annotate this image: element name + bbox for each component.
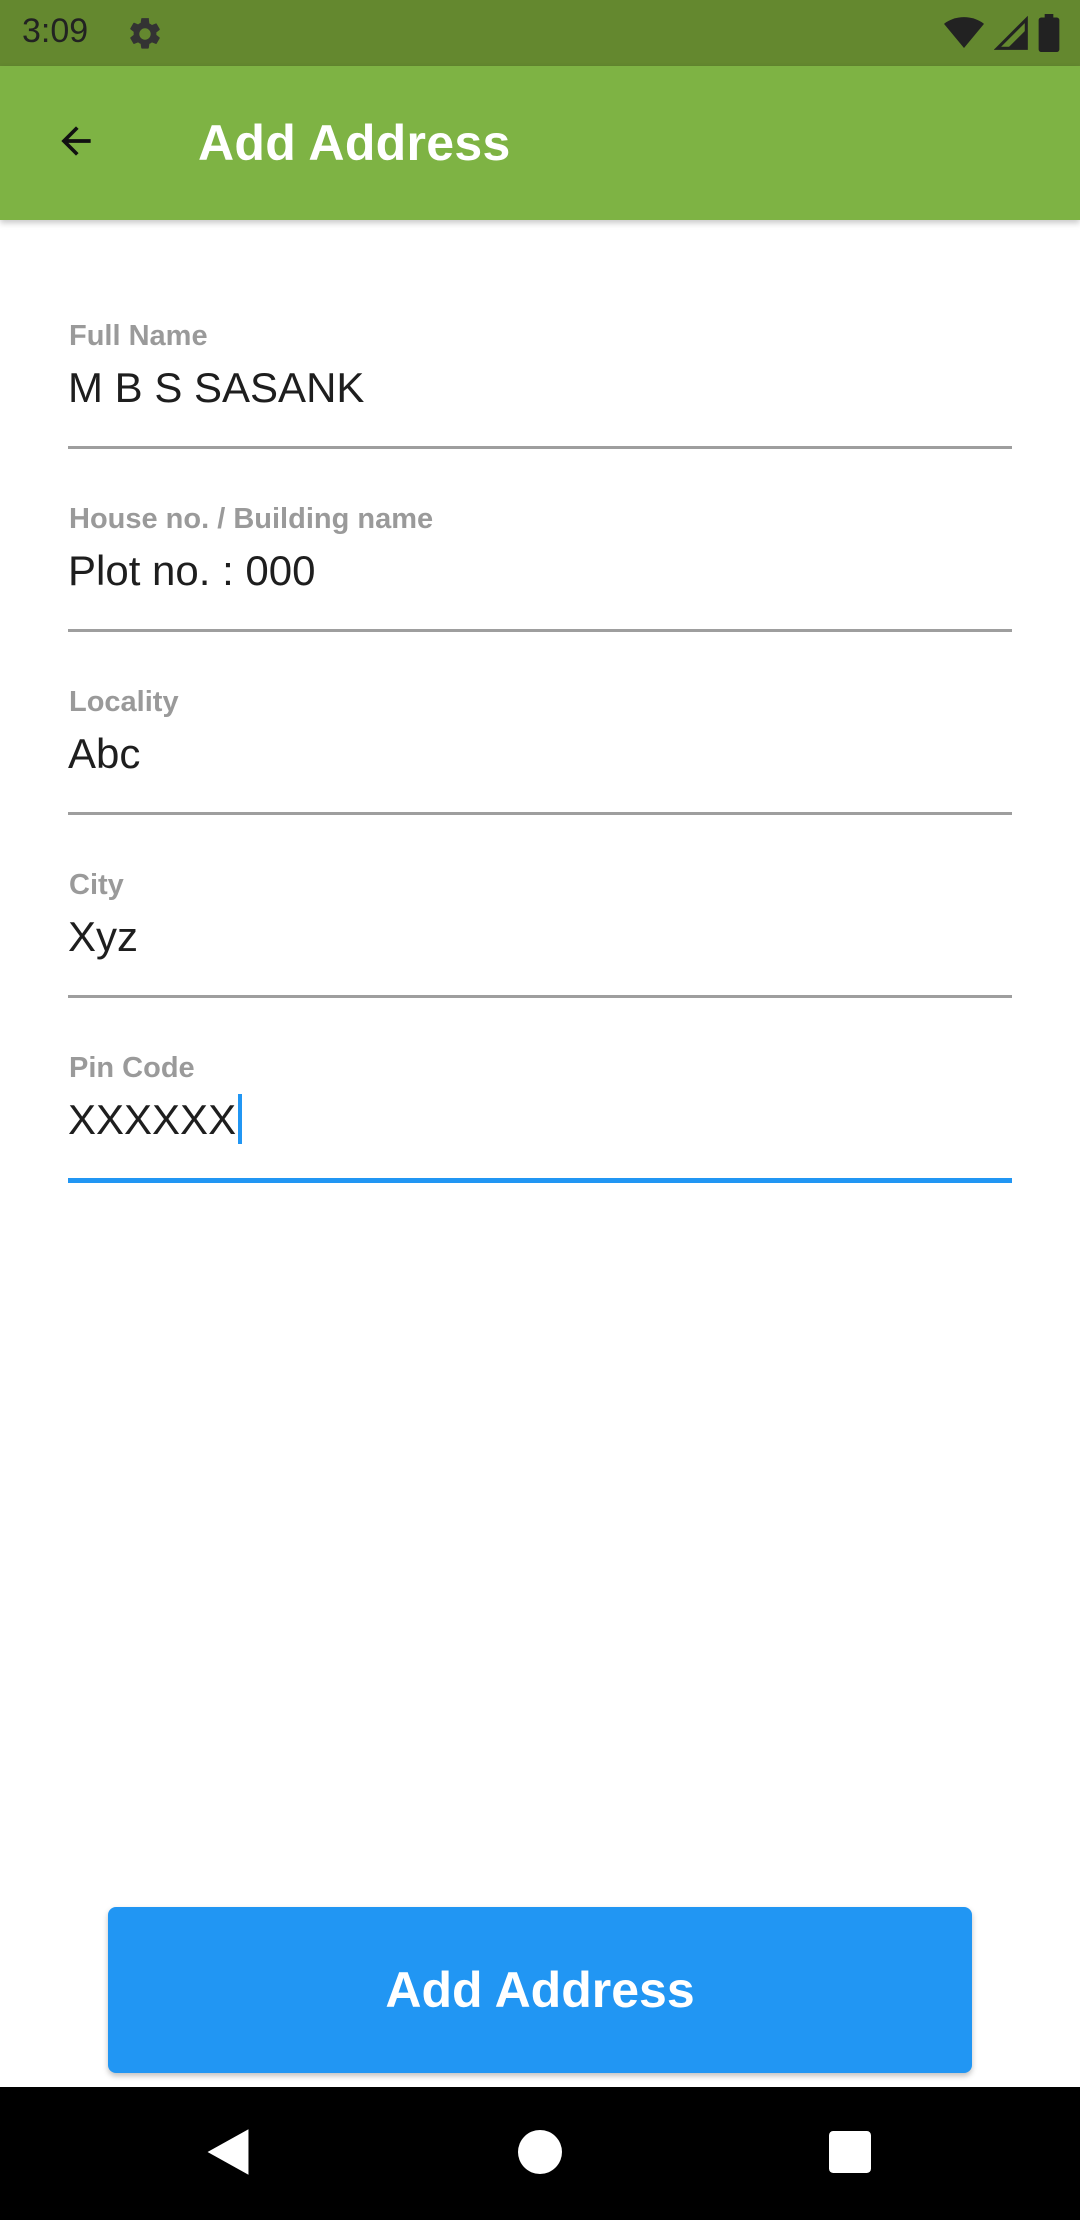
full-name-underline [68,446,1012,449]
city-field: City [68,849,1012,1032]
pin-code-label: Pin Code [69,1052,195,1084]
cell-signal-icon [993,15,1028,56]
house-field: House no. / Building name [68,483,1012,666]
app-bar: Add Address [0,66,1080,220]
system-nav-bar [0,2087,1080,2220]
status-icons [944,14,1060,57]
full-name-label: Full Name [69,320,208,352]
add-address-button[interactable]: Add Address [108,1907,972,2073]
nav-home-button[interactable] [508,2122,572,2186]
page-title: Add Address [198,115,511,171]
nav-back-button[interactable] [196,2122,260,2186]
pin-code-underline [68,1178,1012,1183]
status-bar: 3:09 [0,0,1080,66]
pin-code-field: Pin Code [68,1032,1012,1215]
locality-input[interactable] [68,726,1012,782]
locality-field: Locality [68,666,1012,849]
back-button[interactable] [40,110,112,176]
nav-recents-button[interactable] [818,2122,882,2186]
arrow-left-icon [51,119,101,168]
full-name-input[interactable] [68,360,1012,416]
city-underline [68,995,1012,998]
address-form: Full Name House no. / Building name Loca… [68,300,1012,1215]
add-address-button-label: Add Address [385,1962,695,2018]
gear-icon [126,15,164,53]
full-name-field: Full Name [68,300,1012,483]
status-time: 3:09 [22,12,89,50]
nav-back-icon [204,2127,252,2182]
pin-code-input[interactable] [68,1092,1012,1148]
wifi-icon [944,15,984,56]
house-underline [68,629,1012,632]
city-input[interactable] [68,909,1012,965]
city-label: City [69,869,124,901]
locality-label: Locality [69,686,179,718]
text-cursor [238,1094,242,1144]
add-address-screen: 3:09 Add Address Full Name M B S SASANK … [0,0,1080,2220]
nav-recents-icon [829,2130,871,2178]
house-input[interactable] [68,543,1012,599]
locality-underline [68,812,1012,815]
house-label: House no. / Building name [69,503,434,535]
battery-icon [1038,14,1060,57]
nav-home-icon [518,2129,562,2179]
